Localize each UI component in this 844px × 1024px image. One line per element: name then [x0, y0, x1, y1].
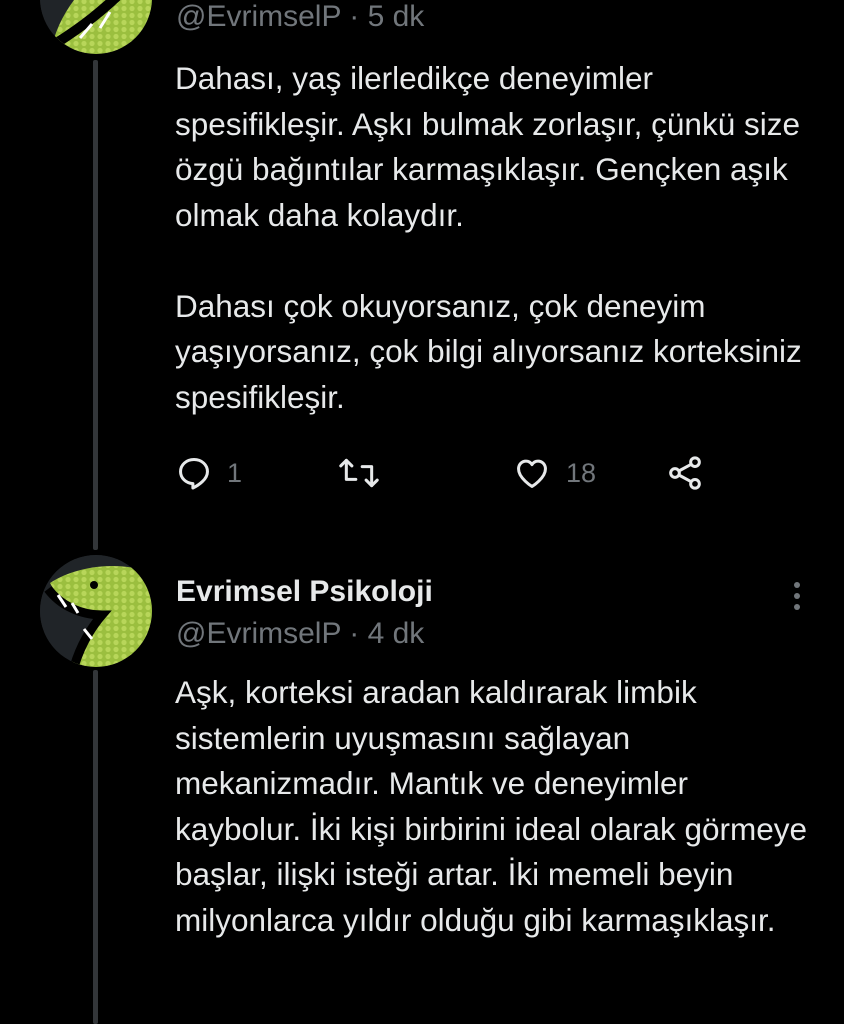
- share-icon: [669, 456, 701, 490]
- tweet-handle-time[interactable]: @EvrimselP · 4 dk: [176, 617, 424, 651]
- green-snake-avatar-icon: [40, 555, 152, 667]
- author-name[interactable]: Evrimsel Psikoloji: [176, 575, 433, 609]
- tweet-actions: 1 18: [175, 450, 735, 496]
- share-button[interactable]: [665, 450, 705, 496]
- reply-icon: [179, 458, 209, 490]
- tweet-paragraph: Aşk, korteksi aradan kaldırarak limbik s…: [175, 674, 808, 938]
- more-vertical-icon: [794, 582, 800, 610]
- tweet-body: Aşk, korteksi aradan kaldırarak limbik s…: [175, 670, 815, 943]
- like-count: 18: [566, 457, 597, 488]
- reply-button[interactable]: 1: [175, 450, 242, 496]
- avatar[interactable]: [40, 555, 152, 667]
- tweet-paragraph: Dahası, yaş ilerledikçe deneyimler spesi…: [175, 60, 800, 233]
- tweet-paragraph: Dahası çok okuyorsanız, çok deneyim yaşı…: [175, 287, 802, 415]
- retweet-button[interactable]: [338, 450, 394, 496]
- green-snake-avatar-icon: [40, 0, 152, 54]
- thread-line-bottom: [93, 670, 98, 1024]
- thread-line-top: [93, 60, 98, 550]
- more-options-button[interactable]: [786, 580, 808, 614]
- like-button[interactable]: 18: [512, 450, 596, 496]
- retweet-icon: [339, 458, 379, 488]
- avatar[interactable]: [40, 0, 152, 54]
- tweet-handle-time: @EvrimselP · 5 dk: [176, 0, 425, 33]
- tweet-body: Dahası, yaş ilerledikçe deneyimler spesi…: [175, 56, 815, 420]
- heart-icon: [517, 459, 547, 488]
- reply-count: 1: [227, 457, 243, 488]
